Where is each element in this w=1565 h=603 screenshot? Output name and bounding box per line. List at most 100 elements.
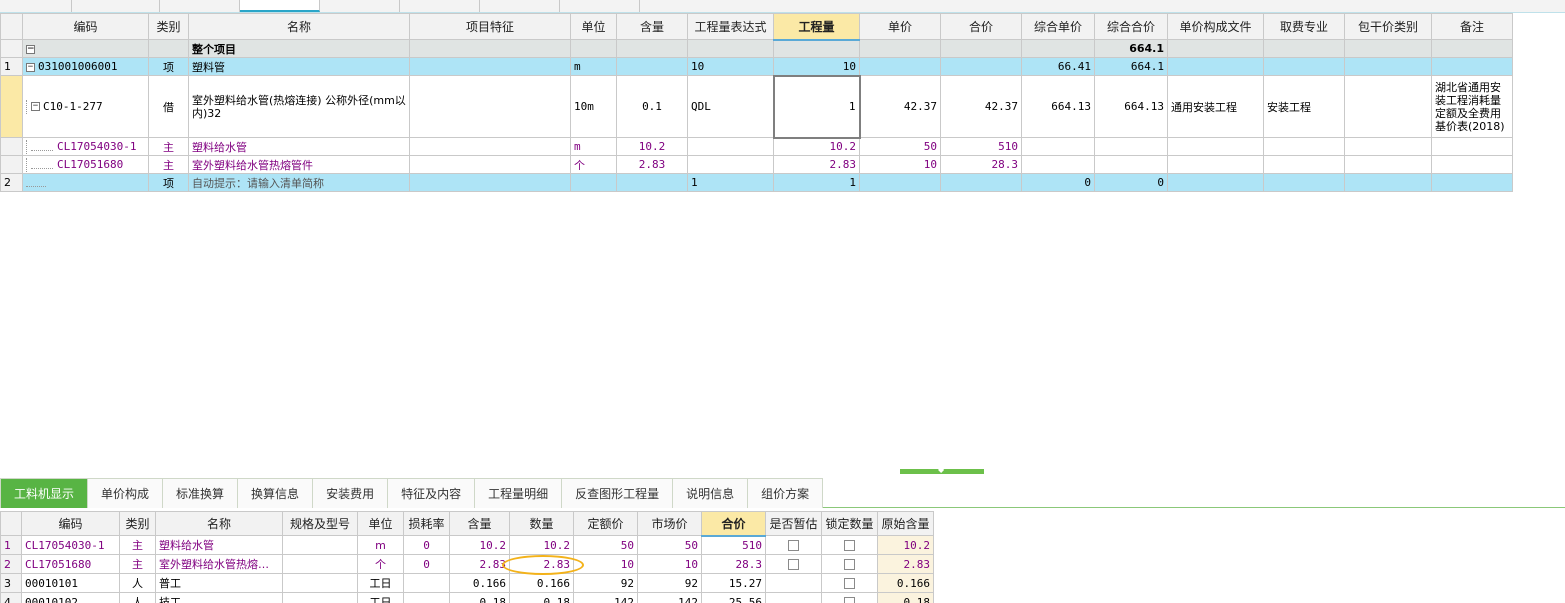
tab-pricing-scheme[interactable]: 组价方案 bbox=[747, 478, 824, 508]
name-cell[interactable]: 整个项目 bbox=[188, 39, 410, 58]
code-cell[interactable]: CL17054030-1 bbox=[21, 535, 120, 555]
header-composite-total[interactable]: 综合合价 bbox=[1094, 13, 1168, 40]
content-cell[interactable]: 0.18 bbox=[449, 592, 510, 603]
market-price-cell[interactable]: 92 bbox=[637, 573, 702, 593]
name-cell[interactable]: 室外塑料给水管热熔管件 bbox=[188, 155, 410, 174]
remark-cell[interactable] bbox=[1431, 57, 1513, 76]
type-cell[interactable]: 主 bbox=[148, 137, 189, 156]
total-price-cell[interactable]: 510 bbox=[940, 137, 1022, 156]
composite-total-cell[interactable] bbox=[1094, 137, 1168, 156]
header-spec[interactable]: 规格及型号 bbox=[282, 511, 358, 536]
header-price-file[interactable]: 单价构成文件 bbox=[1167, 13, 1264, 40]
unit-cell[interactable]: 工日 bbox=[357, 592, 404, 603]
unit-cell[interactable]: m bbox=[570, 57, 617, 76]
code-cell[interactable] bbox=[22, 173, 149, 192]
collapse-icon[interactable]: − bbox=[26, 44, 35, 54]
name-cell[interactable]: 塑料管 bbox=[188, 57, 410, 76]
top-tab[interactable] bbox=[160, 0, 240, 12]
original-content-cell[interactable]: 0.166 bbox=[877, 573, 934, 593]
table-row-material[interactable]: CL17054030-1 主 塑料给水管 m 10.2 10.2 50 510 bbox=[0, 137, 1513, 156]
header-market-price[interactable]: 市场价 bbox=[637, 511, 702, 536]
code-cell[interactable]: CL17051680 bbox=[21, 554, 120, 574]
provisional-cell[interactable] bbox=[765, 573, 822, 593]
lock-quantity-checkbox[interactable] bbox=[844, 578, 855, 589]
quota-price-cell[interactable]: 92 bbox=[573, 573, 638, 593]
quantity-cell[interactable]: 10 bbox=[773, 57, 860, 76]
unit-cell[interactable]: 个 bbox=[357, 554, 404, 574]
top-tab[interactable] bbox=[480, 0, 560, 12]
spec-cell[interactable] bbox=[282, 592, 358, 603]
tab-standard-conversion[interactable]: 标准换算 bbox=[162, 478, 239, 508]
code-cell[interactable]: CL17051680 bbox=[22, 155, 149, 174]
fee-specialty-cell[interactable] bbox=[1263, 39, 1345, 58]
unit-cell[interactable]: m bbox=[570, 137, 617, 156]
tab-labor-material-machine[interactable]: 工料机显示 bbox=[0, 478, 89, 508]
quota-price-cell[interactable]: 142 bbox=[573, 592, 638, 603]
market-price-cell[interactable]: 142 bbox=[637, 592, 702, 603]
code-cell[interactable]: CL17054030-1 bbox=[22, 137, 149, 156]
provisional-checkbox[interactable] bbox=[788, 540, 799, 551]
original-content-cell[interactable]: 10.2 bbox=[877, 535, 934, 555]
feature-cell[interactable] bbox=[409, 57, 571, 76]
unit-price-cell[interactable]: 50 bbox=[859, 137, 941, 156]
lump-sum-cell[interactable] bbox=[1344, 137, 1432, 156]
total-price-cell[interactable] bbox=[940, 39, 1022, 58]
unit-price-cell[interactable] bbox=[859, 173, 941, 192]
remark-cell[interactable] bbox=[1431, 137, 1513, 156]
feature-cell[interactable] bbox=[409, 173, 571, 192]
header-unit[interactable]: 单位 bbox=[570, 13, 617, 40]
content-cell[interactable]: 0.1 bbox=[616, 75, 688, 138]
header-is-provisional[interactable]: 是否暂估 bbox=[765, 511, 822, 536]
total-price-cell[interactable]: 28.3 bbox=[940, 155, 1022, 174]
code-cell[interactable]: 00010101 bbox=[21, 573, 120, 593]
provisional-cell[interactable] bbox=[765, 535, 822, 555]
tab-conversion-info[interactable]: 换算信息 bbox=[237, 478, 314, 508]
header-unit-price[interactable]: 单价 bbox=[859, 13, 941, 40]
remark-cell[interactable] bbox=[1431, 155, 1513, 174]
quantity-cell[interactable]: 10.2 bbox=[773, 137, 860, 156]
expression-cell[interactable]: 10 bbox=[687, 57, 774, 76]
spec-cell[interactable] bbox=[282, 573, 358, 593]
price-file-cell[interactable] bbox=[1167, 39, 1264, 58]
code-cell[interactable]: − bbox=[22, 39, 149, 58]
header-lock-quantity[interactable]: 锁定数量 bbox=[821, 511, 878, 536]
composite-total-cell[interactable]: 664.1 bbox=[1094, 39, 1168, 58]
original-content-cell[interactable]: 2.83 bbox=[877, 554, 934, 574]
header-code[interactable]: 编码 bbox=[22, 13, 149, 40]
collapse-icon[interactable]: − bbox=[26, 62, 35, 72]
feature-cell[interactable] bbox=[409, 137, 571, 156]
spec-cell[interactable] bbox=[282, 554, 358, 574]
unit-price-cell[interactable] bbox=[859, 39, 941, 58]
header-total-price[interactable]: 合价 bbox=[940, 13, 1022, 40]
loss-rate-cell[interactable] bbox=[403, 573, 450, 593]
fee-specialty-cell[interactable] bbox=[1263, 173, 1345, 192]
total-cell[interactable]: 25.56 bbox=[701, 592, 766, 603]
header-type[interactable]: 类别 bbox=[148, 13, 189, 40]
header-code[interactable]: 编码 bbox=[21, 511, 120, 536]
original-content-cell[interactable]: 0.18 bbox=[877, 592, 934, 603]
remark-cell[interactable]: 湖北省通用安装工程消耗量定额及全费用基价表(2018) bbox=[1431, 75, 1513, 138]
quantity-cell[interactable]: 0.166 bbox=[509, 573, 574, 593]
unit-price-cell[interactable]: 10 bbox=[859, 155, 941, 174]
lock-quantity-checkbox[interactable] bbox=[844, 597, 855, 603]
content-cell[interactable]: 2.83 bbox=[616, 155, 688, 174]
header-unit[interactable]: 单位 bbox=[357, 511, 404, 536]
quantity-cell[interactable]: 2.83 bbox=[509, 554, 574, 574]
composite-unit-price-cell[interactable] bbox=[1021, 39, 1095, 58]
content-cell[interactable] bbox=[616, 39, 688, 58]
lock-quantity-checkbox[interactable] bbox=[844, 559, 855, 570]
type-cell[interactable]: 主 bbox=[119, 554, 156, 574]
content-cell[interactable]: 10.2 bbox=[449, 535, 510, 555]
tab-description-info[interactable]: 说明信息 bbox=[672, 478, 749, 508]
header-loss-rate[interactable]: 损耗率 bbox=[403, 511, 450, 536]
top-tab-active[interactable] bbox=[240, 0, 320, 12]
quota-price-cell[interactable]: 10 bbox=[573, 554, 638, 574]
top-tab[interactable] bbox=[560, 0, 640, 12]
unit-cell[interactable]: 10m bbox=[570, 75, 617, 138]
remark-cell[interactable] bbox=[1431, 39, 1513, 58]
provisional-cell[interactable] bbox=[765, 554, 822, 574]
provisional-cell[interactable] bbox=[765, 592, 822, 603]
lock-cell[interactable] bbox=[821, 535, 878, 555]
header-composite-unit-price[interactable]: 综合单价 bbox=[1021, 13, 1095, 40]
composite-total-cell[interactable]: 664.1 bbox=[1094, 57, 1168, 76]
